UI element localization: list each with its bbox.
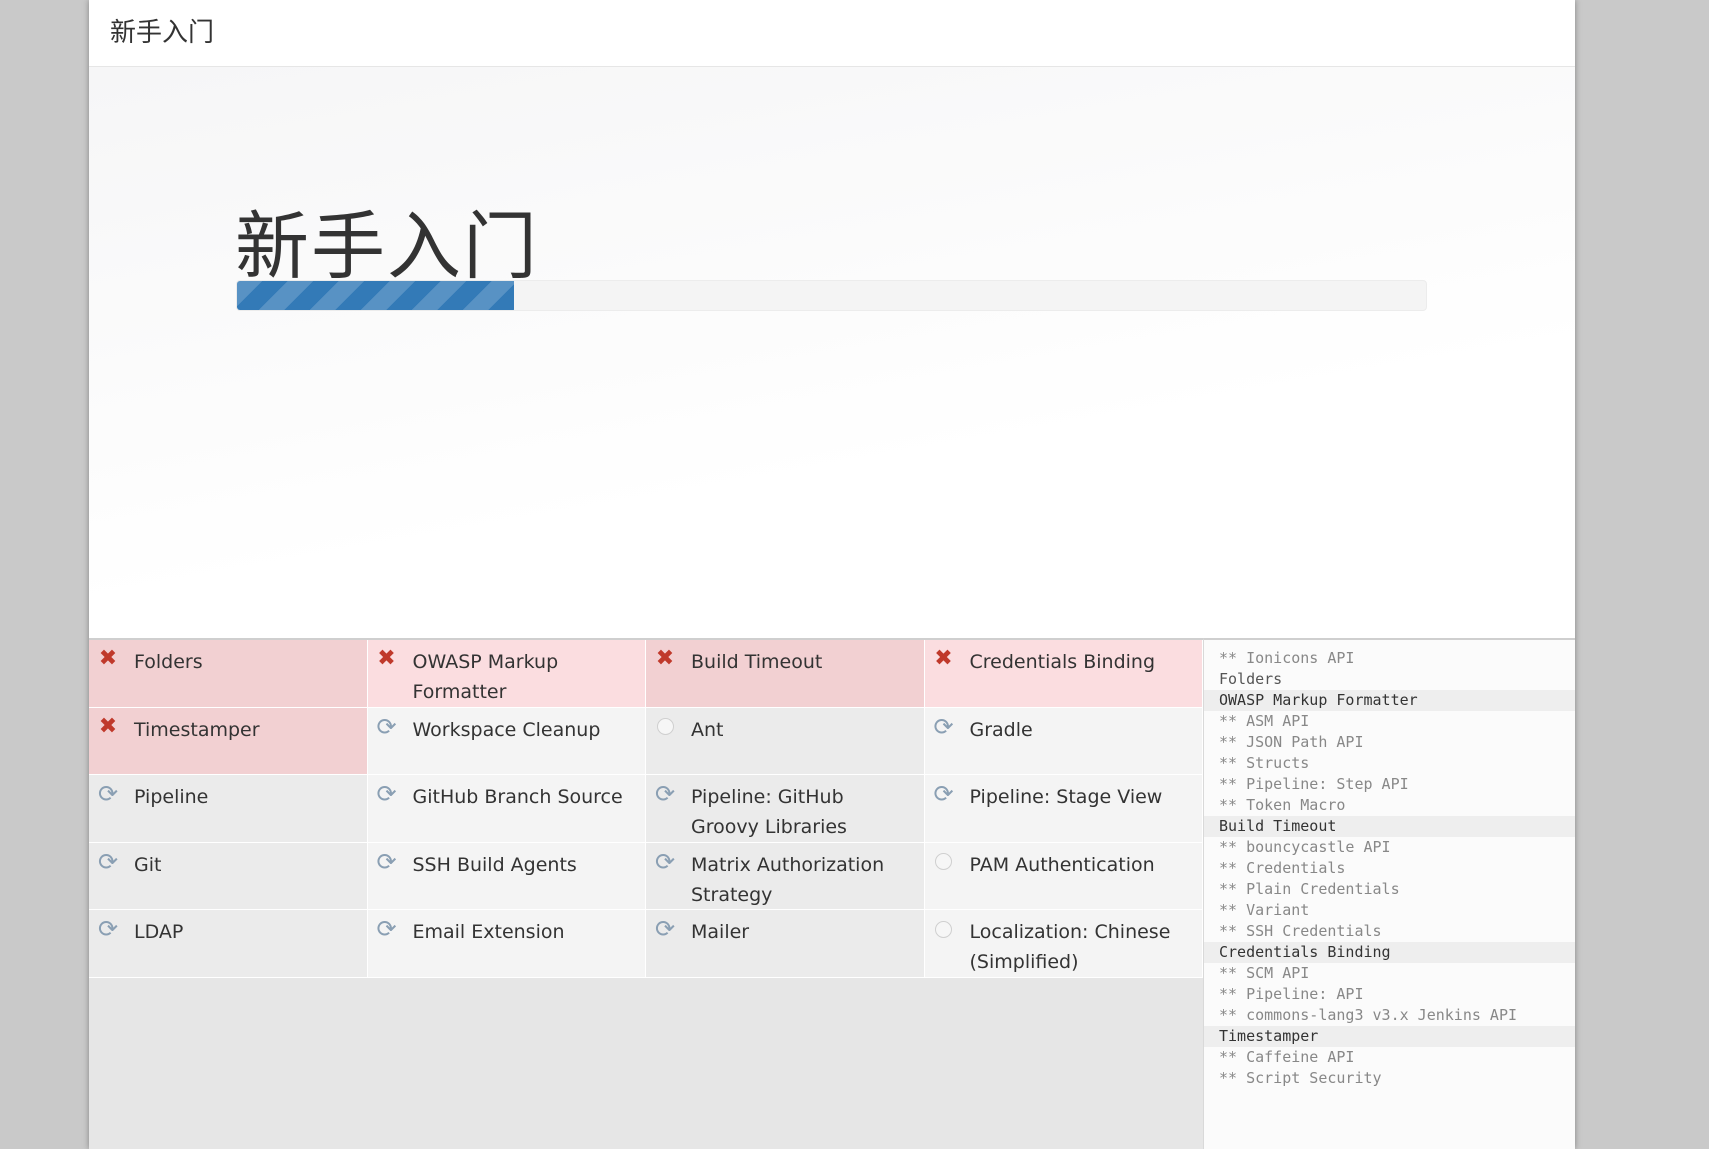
- plugin-name: Timestamper: [134, 718, 260, 741]
- plugin-name: Mailer: [691, 921, 750, 943]
- refresh-icon: ⟳: [933, 780, 954, 808]
- header-title: 新手入门: [110, 18, 215, 48]
- plugin-name: Pipeline: [134, 786, 209, 808]
- pending-circle-icon: [933, 851, 955, 873]
- plugin-name: Workspace Cleanup: [412, 718, 601, 741]
- plugin-name: Email Extension: [412, 921, 565, 943]
- log-line: OWASP Markup Formatter: [1204, 690, 1575, 711]
- pending-circle-icon: [933, 918, 955, 940]
- pending-circle-icon: [654, 716, 676, 738]
- plugin-name: Folders: [134, 651, 203, 673]
- plugin-name: LDAP: [134, 921, 184, 943]
- refresh-icon: ⟳: [654, 780, 676, 808]
- plugin-cell: ⟳ LDAP: [89, 910, 368, 978]
- log-line: ** Variant: [1219, 901, 1310, 919]
- log-line: ** JSON Path API: [1219, 733, 1364, 751]
- plugin-name: Ant: [691, 718, 724, 741]
- log-line: ** SSH Credentials: [1219, 922, 1382, 940]
- log-line: ** Ionicons API: [1219, 649, 1355, 667]
- log-line: Credentials Binding: [1204, 942, 1575, 963]
- refresh-icon: ⟳: [933, 712, 954, 741]
- x-icon: ✖: [98, 646, 118, 671]
- plugin-cell: ✖ OWASP Markup Formatter: [367, 640, 646, 708]
- plugin-cell: ⟳ Pipeline: GitHub Groovy Libraries: [646, 775, 925, 843]
- plugin-cell: ⟳ GitHub Branch Source: [367, 775, 646, 843]
- refresh-icon: ⟳: [376, 915, 397, 943]
- log-line: ** Pipeline: API: [1219, 985, 1364, 1003]
- plugin-cell: ⟳ Workspace Cleanup: [367, 707, 646, 775]
- plugin-name: Pipeline: Stage View: [969, 786, 1163, 808]
- log-line: ** Structs: [1219, 754, 1310, 772]
- plugin-cell: ✖ Timestamper: [89, 707, 368, 775]
- x-icon: ✖: [98, 713, 118, 739]
- plugin-cell: ✖ Build Timeout: [646, 640, 925, 708]
- x-icon: ✖: [655, 646, 675, 671]
- log-line: ** Caffeine API: [1219, 1048, 1355, 1066]
- refresh-icon: ⟳: [376, 780, 397, 808]
- log-line: ** commons-lang3 v3.x Jenkins API: [1219, 1006, 1518, 1024]
- wizard-header: 新手入门: [89, 0, 1575, 67]
- x-icon: ✖: [377, 646, 396, 671]
- refresh-icon: ⟳: [97, 847, 119, 876]
- install-hero: 新手入门: [89, 67, 1575, 637]
- plugin-status-area: ✖ Folders ✖ OWASP Markup Formatter ✖ Build Ti…: [89, 638, 1203, 1149]
- log-line: ** Credentials: [1219, 859, 1346, 877]
- plugin-name: Credentials Binding: [969, 651, 1156, 673]
- log-line: ** ASM API: [1219, 712, 1310, 730]
- plugin-name: Build Timeout: [691, 651, 823, 673]
- log-line: Build Timeout: [1204, 816, 1575, 837]
- plugin-cell: PAM Authentication: [924, 842, 1203, 910]
- plugin-name: Gradle: [969, 718, 1033, 741]
- refresh-icon: ⟳: [376, 847, 397, 876]
- log-line: ** Plain Credentials: [1219, 880, 1400, 898]
- plugin-name: Localization: Chinese (Simplified): [969, 921, 1171, 973]
- log-line: ** bouncycastle API: [1219, 838, 1391, 856]
- plugin-cell: ⟳ Pipeline: Stage View: [924, 775, 1203, 843]
- refresh-icon: ⟳: [97, 780, 119, 808]
- log-line: ** Token Macro: [1219, 796, 1346, 814]
- plugin-cell: ⟳ Matrix Authorization Strategy: [646, 842, 925, 910]
- refresh-icon: ⟳: [654, 847, 676, 876]
- refresh-icon: ⟳: [654, 915, 676, 943]
- plugin-cell: ✖ Credentials Binding: [924, 640, 1203, 708]
- plugin-cell: ✖ Folders: [89, 640, 368, 708]
- log-line: ** SCM API: [1219, 964, 1310, 982]
- plugin-name: OWASP Markup Formatter: [412, 651, 559, 703]
- log-line: ** Pipeline: Step API: [1219, 775, 1409, 793]
- x-icon: ✖: [934, 646, 953, 671]
- plugin-cell: ⟳ Pipeline: [89, 775, 368, 843]
- plugin-grid: ✖ Folders ✖ OWASP Markup Formatter ✖ Build Ti…: [89, 640, 1203, 978]
- refresh-icon: ⟳: [97, 915, 119, 943]
- log-line: ** Script Security: [1219, 1069, 1382, 1087]
- plugin-cell: ⟳ SSH Build Agents: [367, 842, 646, 910]
- install-progress-fill: [237, 281, 515, 310]
- plugin-cell: ⟳ Mailer: [646, 910, 925, 978]
- plugin-cell: ⟳ Gradle: [924, 707, 1203, 775]
- plugin-name: Pipeline: GitHub Groovy Libraries: [691, 786, 847, 838]
- log-line: Timestamper: [1204, 1026, 1575, 1047]
- plugin-name: PAM Authentication: [969, 853, 1155, 876]
- log-line: Folders: [1219, 670, 1283, 688]
- plugin-name: Git: [134, 853, 162, 876]
- page-title: 新手入门: [235, 204, 539, 290]
- plugin-name: GitHub Branch Source: [412, 786, 623, 808]
- plugin-cell: Ant: [646, 707, 925, 775]
- plugin-name: SSH Build Agents: [412, 853, 577, 876]
- plugin-cell: Localization: Chinese (Simplified): [924, 910, 1203, 978]
- plugin-cell: ⟳ Email Extension: [367, 910, 646, 978]
- install-progress-bar: [236, 280, 1427, 311]
- plugin-cell: ⟳ Git: [89, 842, 368, 910]
- setup-wizard-panel: 新手入门 新手入门 ✖ Folders ✖ OWASP Markup Formatte…: [89, 0, 1575, 1149]
- refresh-icon: ⟳: [376, 712, 397, 741]
- install-log: ** Ionicons API Folders OWASP Markup Forma…: [1203, 638, 1575, 1149]
- plugin-name: Matrix Authorization Strategy: [691, 853, 885, 906]
